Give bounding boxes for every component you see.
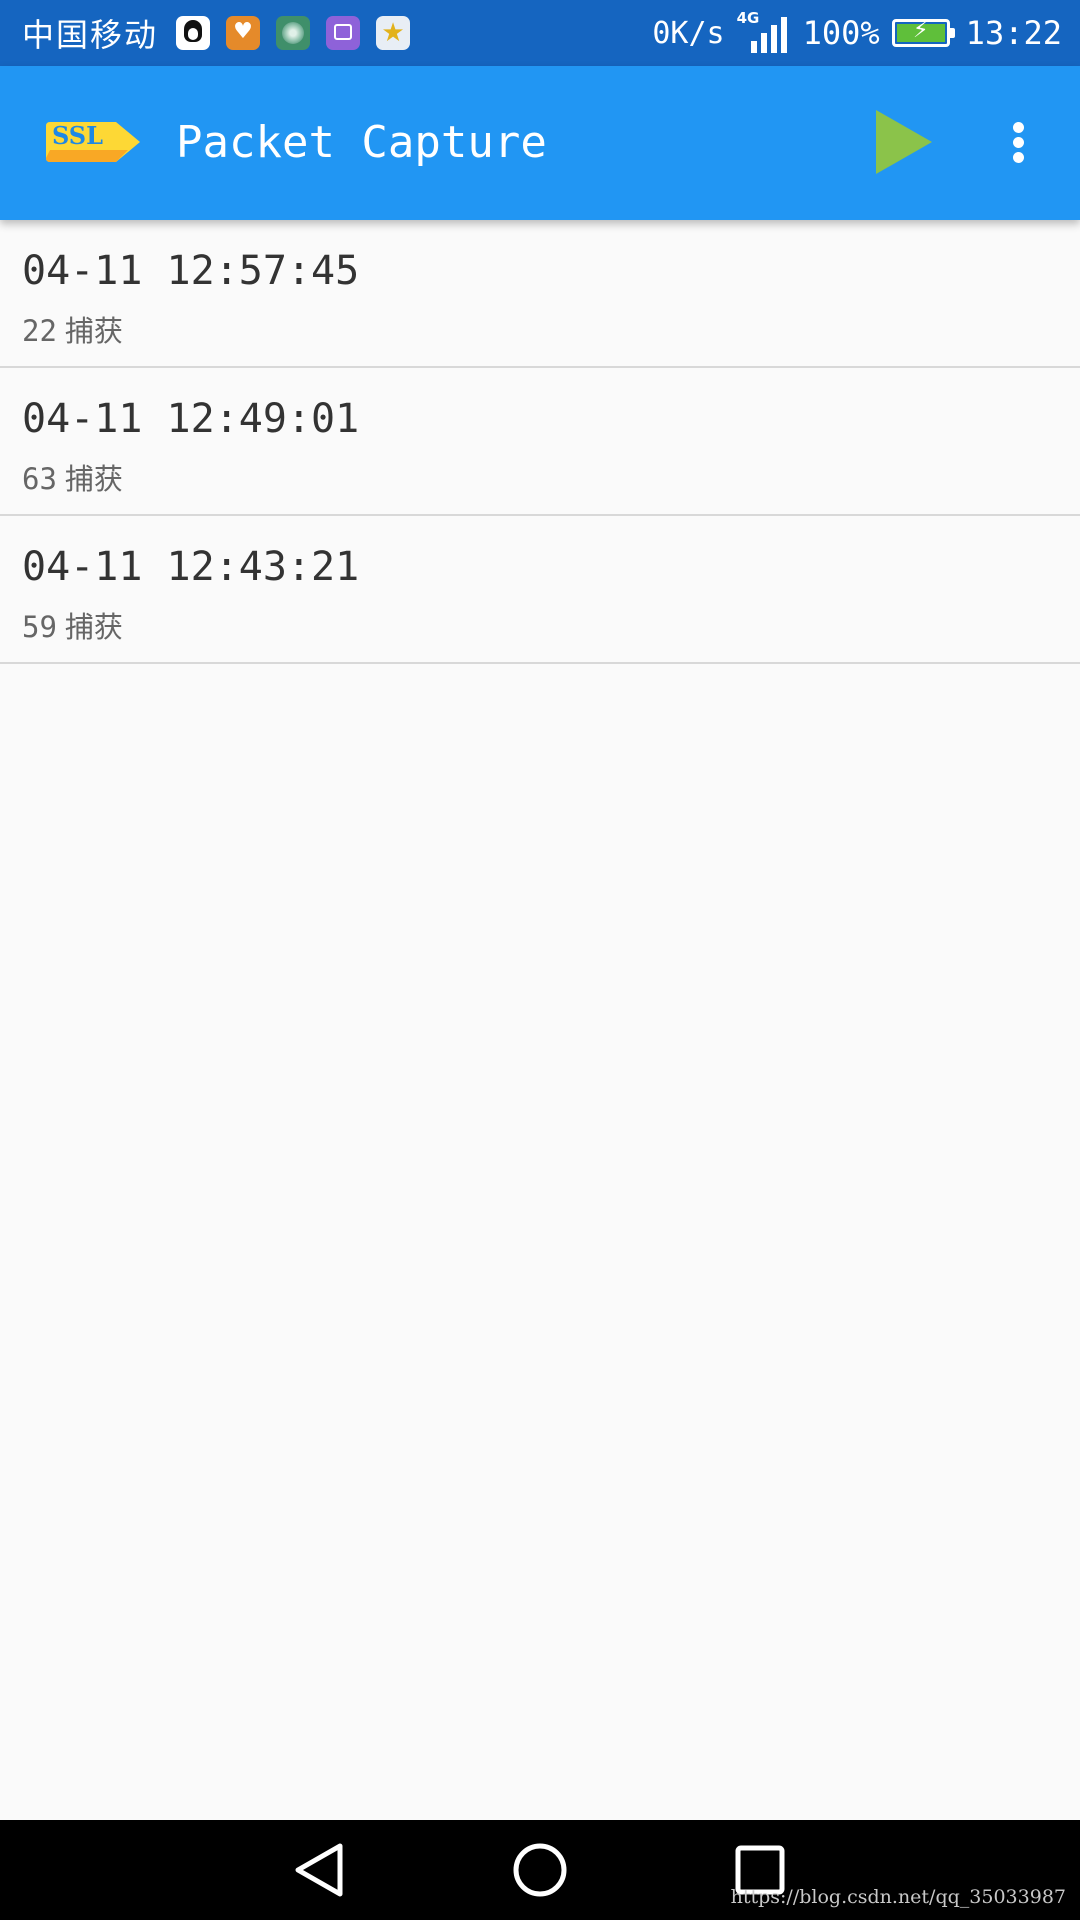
- gallery-icon: [326, 16, 361, 50]
- more-options-button[interactable]: [990, 102, 1046, 182]
- more-vert-icon: [1013, 122, 1024, 133]
- battery-percent: 100%: [802, 14, 880, 52]
- session-time: 04-11 12:57:45: [22, 248, 360, 294]
- ssl-logo-icon: SSL: [44, 110, 144, 174]
- back-button[interactable]: [280, 1830, 360, 1910]
- start-capture-button[interactable]: [858, 102, 946, 182]
- health-icon: [226, 16, 261, 50]
- watermark: https://blog.csdn.net/qq_35033987: [730, 1886, 1066, 1908]
- signal-icon: 4G: [737, 9, 791, 55]
- app-bar: SSL Packet Capture: [0, 66, 1080, 220]
- session-count: 63 捕获: [22, 462, 123, 496]
- session-time: 04-11 12:49:01: [22, 396, 360, 442]
- app-title: Packet Capture: [176, 117, 547, 168]
- charging-bolt-icon: ⚡: [912, 18, 929, 43]
- music-icon: [276, 16, 311, 50]
- session-time: 04-11 12:43:21: [22, 544, 360, 590]
- battery-icon: ⚡: [891, 18, 955, 47]
- session-count: 59 捕获: [22, 610, 123, 644]
- session-list: 04-11 12:57:45 22 捕获 04-11 12:49:01 63 捕获 …: [0, 220, 1080, 664]
- home-icon: [513, 1843, 567, 1897]
- session-count: 22 捕获: [22, 314, 123, 348]
- list-item[interactable]: 04-11 12:49:01 63 捕获: [0, 368, 1080, 516]
- carrier-name: 中国移动: [22, 16, 159, 54]
- star-icon: [376, 16, 411, 50]
- back-icon: [295, 1843, 343, 1897]
- clock: 13:22: [965, 14, 1062, 52]
- home-button[interactable]: [500, 1830, 580, 1910]
- list-item[interactable]: 04-11 12:57:45 22 捕获: [0, 220, 1080, 368]
- screen: 中国移动 0K/s 4G 100% ⚡ 13:22: [0, 0, 1080, 1920]
- qq-icon: [176, 16, 211, 50]
- play-icon: [876, 110, 932, 174]
- status-bar: 中国移动 0K/s 4G 100% ⚡ 13:22: [0, 0, 1080, 66]
- net-speed: 0K/s: [652, 15, 725, 51]
- svg-text:SSL: SSL: [52, 121, 103, 150]
- list-item[interactable]: 04-11 12:43:21 59 捕获: [0, 516, 1080, 664]
